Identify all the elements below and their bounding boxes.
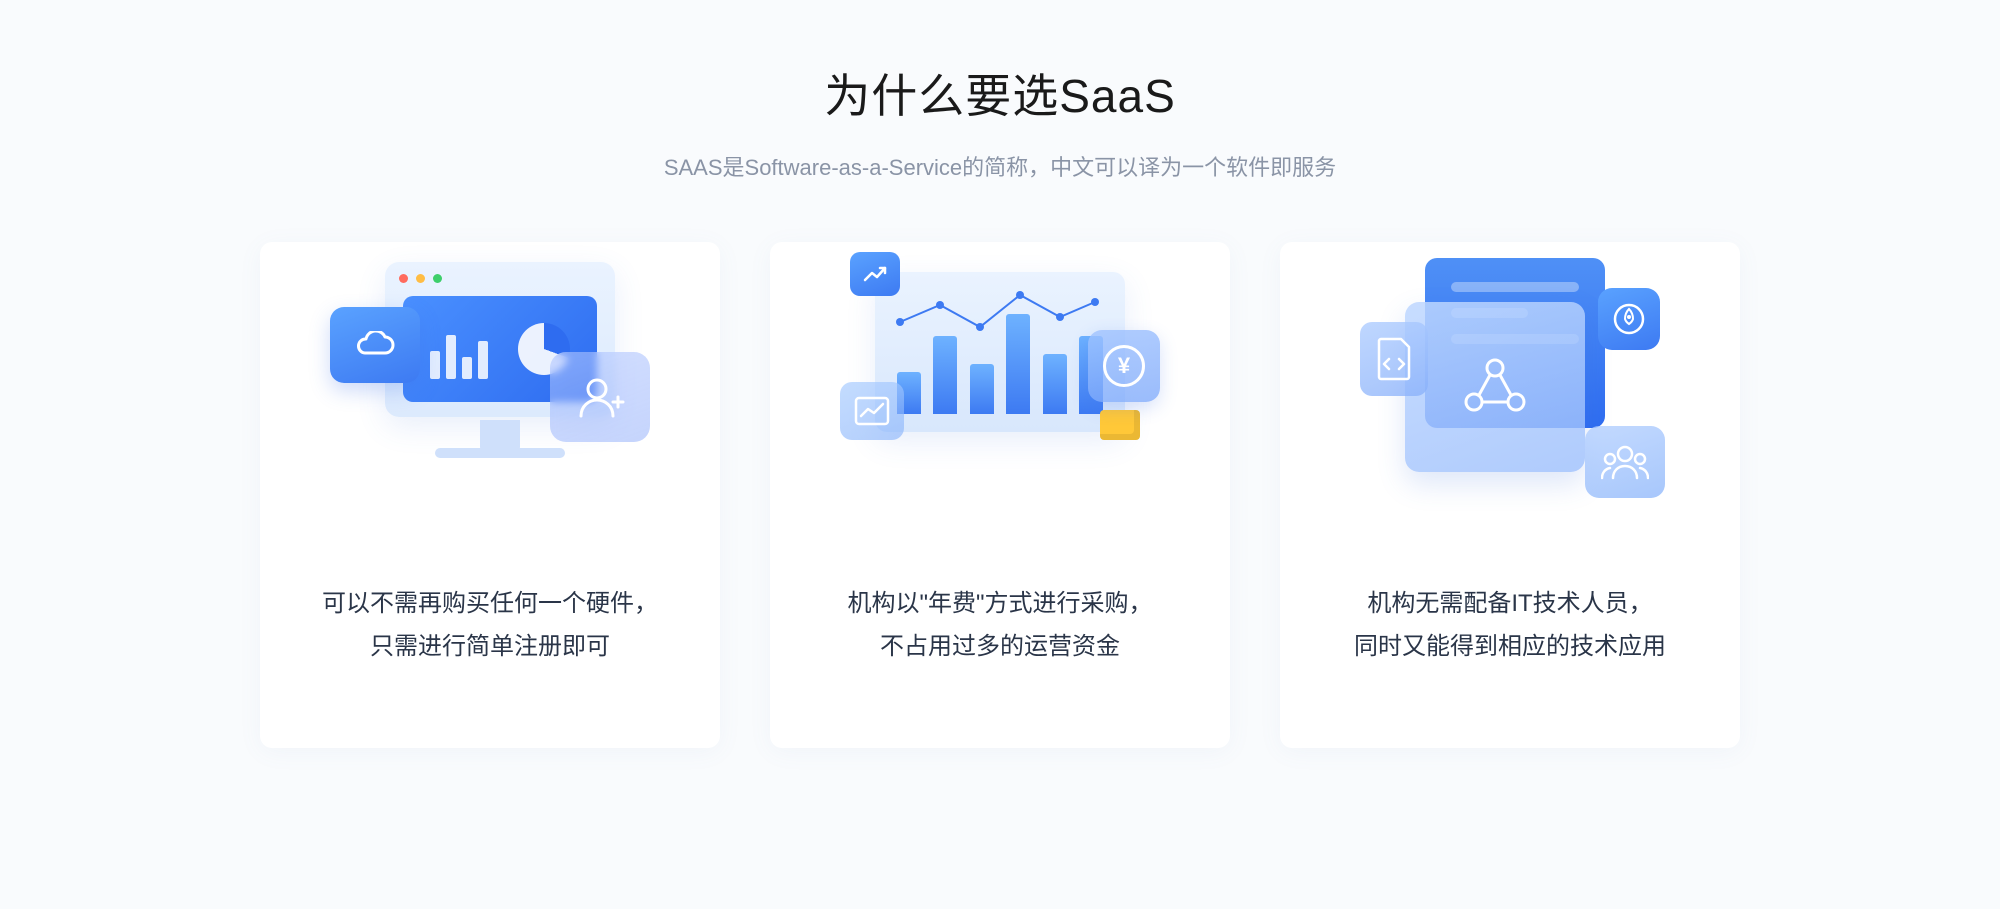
section-subtitle: SAAS是Software-as-a-Service的简称，中文可以译为一个软件… [260,150,1740,182]
card-description: 机构无需配备IT技术人员， 同时又能得到相应的技术应用 [1354,582,1666,668]
section-title: 为什么要选SaaS [260,60,1740,126]
team-icon [1585,426,1665,498]
cloud-icon [330,307,420,383]
rocket-icon [1598,288,1660,350]
trend-up-icon [850,252,900,296]
add-user-icon [550,352,650,442]
chart-illustration-icon: ¥ [840,252,1160,492]
card-description: 机构以"年费"方式进行采购， 不占用过多的运营资金 [847,582,1152,668]
currency-yen-icon: ¥ [1088,330,1160,402]
card-description: 可以不需再购买任何一个硬件， 只需进行简单注册即可 [322,582,658,668]
feature-card-tech: 机构无需配备IT技术人员， 同时又能得到相应的技术应用 [1280,242,1740,748]
code-file-icon [1360,322,1428,396]
monitor-illustration-icon [330,252,650,492]
line-chart-icon [840,382,904,440]
share-icon [1405,302,1585,472]
feature-card-hardware: 可以不需再购买任何一个硬件， 只需进行简单注册即可 [260,242,720,748]
coin-stack-icon [1100,410,1140,440]
feature-cards: 可以不需再购买任何一个硬件， 只需进行简单注册即可 [260,242,1740,748]
document-illustration-icon [1350,252,1670,492]
feature-card-cost: ¥ 机构以"年费"方式进行采购， 不占用过多的运营资金 [770,242,1230,748]
